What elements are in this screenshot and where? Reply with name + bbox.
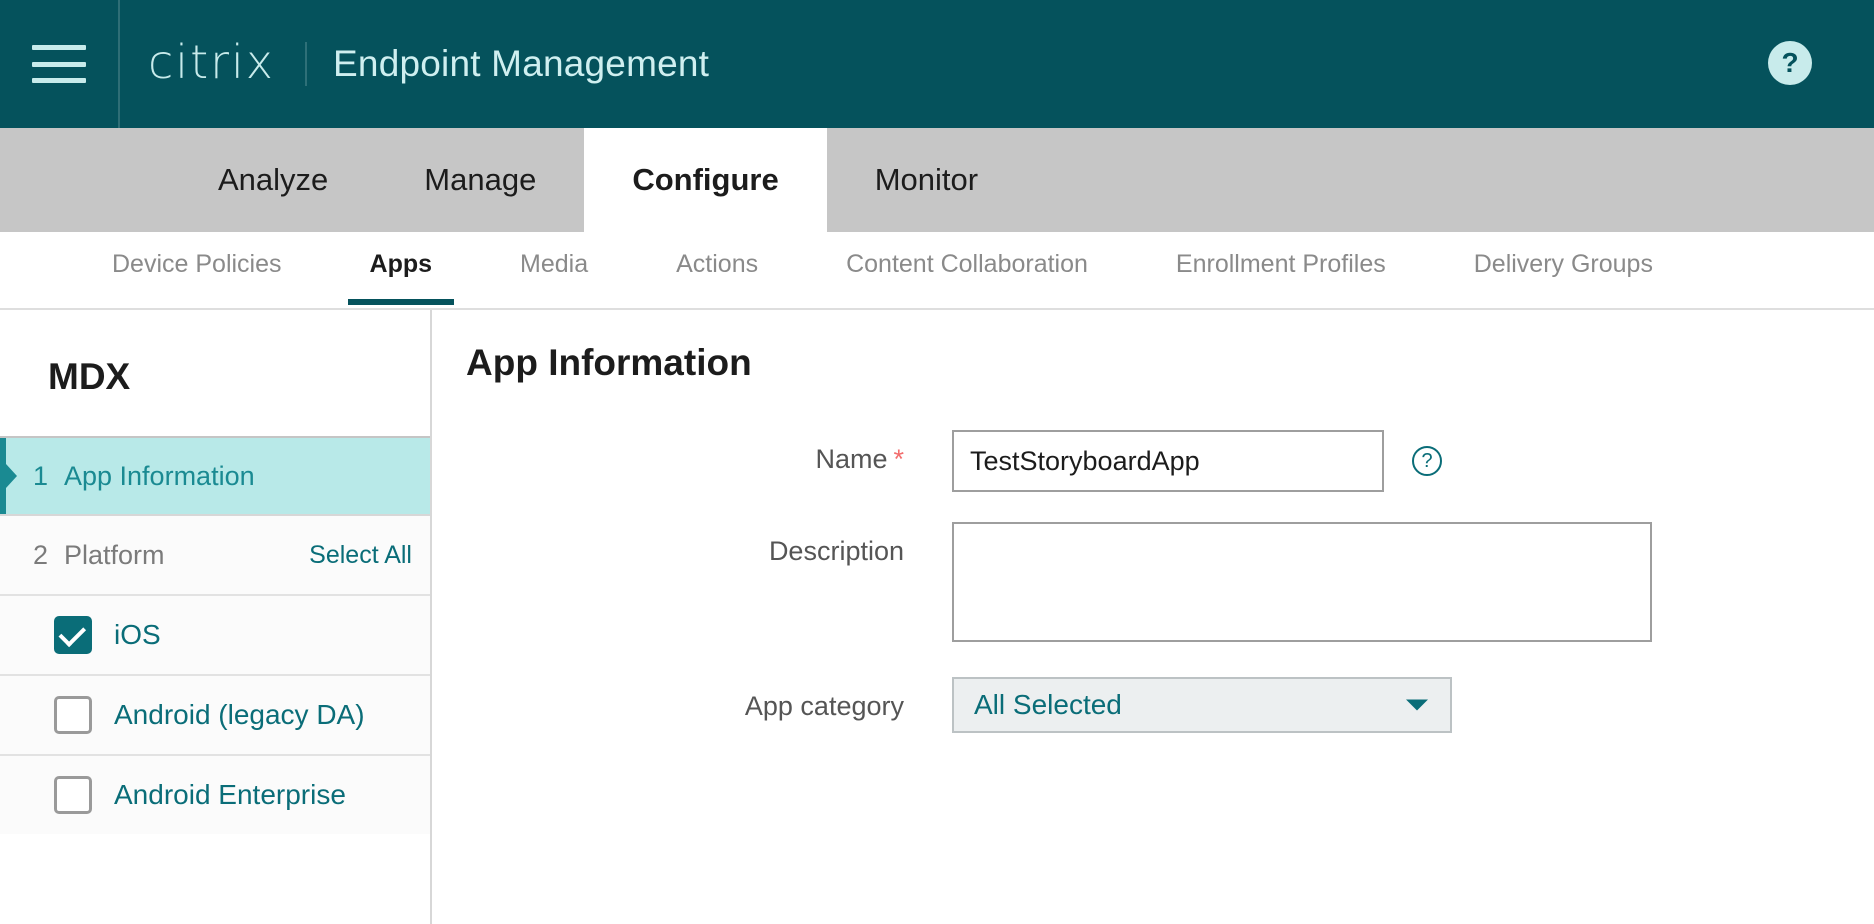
- control-name: ?: [952, 430, 1442, 492]
- menu-button[interactable]: [0, 0, 120, 128]
- platform-label: Android Enterprise: [114, 779, 346, 810]
- tab-configure[interactable]: Configure: [584, 128, 827, 232]
- step-number: 2: [32, 539, 48, 570]
- check-icon: [58, 619, 87, 647]
- field-row-name: Name* ?: [434, 430, 1874, 492]
- tab-monitor[interactable]: Monitor: [827, 128, 1026, 232]
- app-header: citrix Endpoint Management ?: [0, 0, 1874, 128]
- primary-tab-bar: Analyze Manage Configure Monitor: [0, 128, 1874, 232]
- main-content: App Information Name* ? Description App …: [434, 310, 1874, 924]
- sub-tab-bar: Device Policies Apps Media Actions Conte…: [0, 232, 1874, 310]
- section-title: App Information: [466, 342, 752, 383]
- select-all-link[interactable]: Select All: [309, 541, 412, 570]
- description-textarea[interactable]: [952, 522, 1652, 642]
- subtab-content-collaboration[interactable]: Content Collaboration: [846, 232, 1088, 279]
- platform-row-android-enterprise[interactable]: Android Enterprise: [0, 754, 430, 834]
- checkbox-ios[interactable]: [54, 616, 92, 654]
- label-description: Description: [768, 536, 904, 566]
- subtab-device-policies[interactable]: Device Policies: [112, 232, 282, 279]
- step-number: 1: [32, 460, 48, 491]
- sidebar-heading: MDX: [48, 356, 131, 397]
- subtab-delivery-groups[interactable]: Delivery Groups: [1474, 232, 1653, 279]
- subtab-enrollment-profiles[interactable]: Enrollment Profiles: [1176, 232, 1386, 279]
- name-help-icon[interactable]: ?: [1412, 446, 1442, 476]
- tab-bar-spacer: [0, 128, 170, 232]
- platform-row-android-legacy-da[interactable]: Android (legacy DA): [0, 674, 430, 754]
- checkbox-android-legacy-da[interactable]: [54, 696, 92, 734]
- sidebar-step-platform[interactable]: 2 Platform Select All: [0, 514, 430, 594]
- subtab-apps[interactable]: Apps: [347, 232, 454, 305]
- field-row-description: Description: [434, 522, 1874, 647]
- label-name: Name *: [434, 430, 904, 475]
- citrix-logo: citrix: [148, 35, 276, 89]
- app-category-select[interactable]: All Selected: [952, 677, 1452, 733]
- wizard-sidebar: MDX 1 App Information 2 Platform Select …: [0, 310, 432, 924]
- tab-analyze[interactable]: Analyze: [170, 128, 376, 232]
- step-label: Platform: [64, 539, 165, 570]
- label-name-text: Name: [815, 444, 888, 474]
- checkbox-android-enterprise[interactable]: [54, 776, 92, 814]
- app-information-form: Name* ? Description App category All Sel…: [434, 430, 1874, 763]
- required-marker: *: [893, 444, 904, 474]
- platform-label: iOS: [114, 619, 161, 650]
- platform-label: Android (legacy DA): [114, 699, 365, 730]
- platform-row-ios[interactable]: iOS: [0, 594, 430, 674]
- brand: citrix Endpoint Management: [120, 0, 709, 128]
- sidebar-step-app-information[interactable]: 1 App Information: [0, 436, 430, 514]
- field-row-app-category: App category All Selected: [434, 677, 1874, 733]
- subtab-media[interactable]: Media: [520, 232, 588, 279]
- name-input[interactable]: [952, 430, 1384, 492]
- control-app-category: All Selected: [952, 677, 1452, 733]
- control-description: [952, 522, 1652, 647]
- label-app-category: App category: [744, 691, 904, 721]
- step-label: App Information: [64, 460, 255, 491]
- hamburger-icon[interactable]: [32, 45, 86, 83]
- app-category-value: All Selected: [974, 689, 1122, 720]
- brand-divider: [305, 42, 308, 86]
- help-icon[interactable]: ?: [1768, 41, 1812, 85]
- subtab-actions[interactable]: Actions: [676, 232, 758, 279]
- tab-manage[interactable]: Manage: [376, 128, 584, 232]
- chevron-down-icon[interactable]: [1406, 699, 1428, 711]
- page-title: Endpoint Management: [333, 43, 710, 84]
